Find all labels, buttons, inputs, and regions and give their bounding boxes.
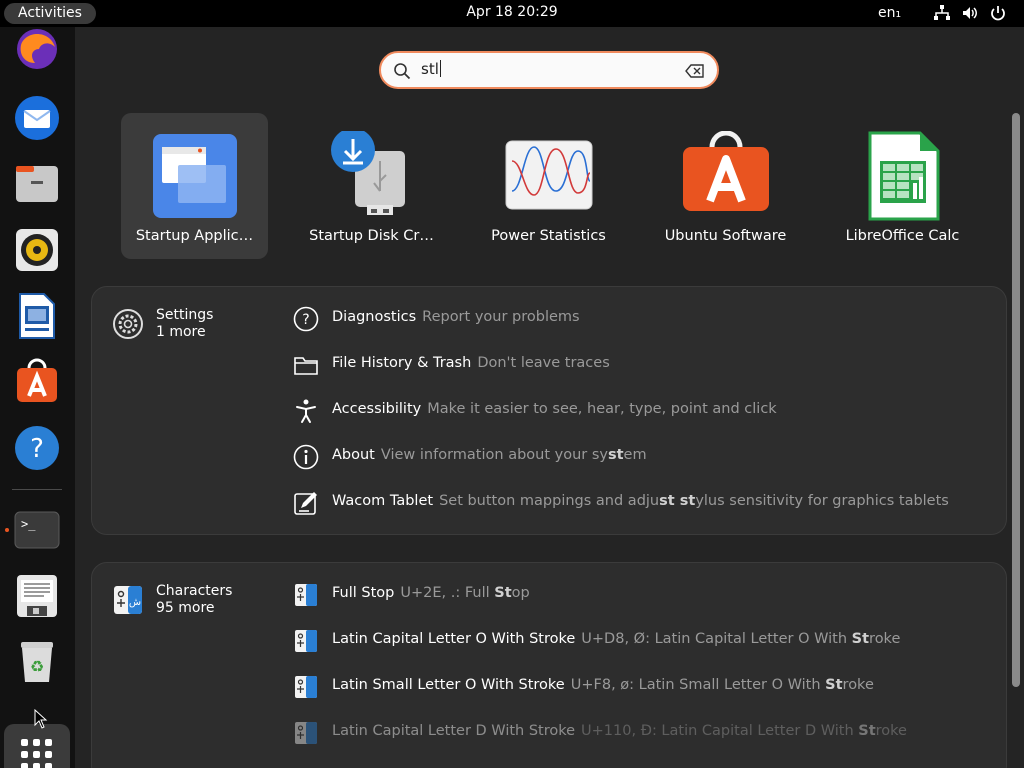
startup-applications-icon (153, 134, 237, 218)
result-about[interactable]: About View information about your system (292, 443, 992, 471)
characters-provider-section: ش Characters 95 more Full Stop U+2E, .: F… (91, 562, 1007, 768)
characters-icon: ش (114, 586, 142, 614)
search-input-text[interactable]: stl (421, 60, 441, 78)
rhythmbox-icon[interactable] (13, 226, 61, 274)
result-title: Latin Capital Letter O With Stroke (332, 631, 576, 647)
search-overview: stl Startup Applic… Startup Disk Cr… Pow… (75, 27, 1024, 768)
startup-disk-creator-icon (331, 131, 405, 215)
trash-icon[interactable]: ♻ (13, 638, 61, 686)
result-title: About (332, 447, 375, 463)
power-statistics-icon (505, 140, 593, 210)
result-title: Latin Small Letter O With Stroke (332, 677, 565, 693)
app-result-startup-applications[interactable]: Startup Applic… (121, 113, 268, 259)
accessibility-icon (296, 399, 316, 423)
result-accessibility[interactable]: Accessibility Make it easier to see, hear… (292, 397, 992, 425)
help-circle-icon: ? (293, 306, 319, 332)
app-result-libreoffice-calc[interactable]: LibreOffice Calc (829, 113, 976, 259)
help-icon[interactable]: ? (13, 424, 61, 472)
info-icon (293, 444, 319, 470)
provider-more-count[interactable]: 95 more (156, 600, 215, 616)
app-label: Power Statistics (491, 228, 606, 244)
app-result-power-statistics[interactable]: Power Statistics (475, 113, 622, 259)
app-label: Ubuntu Software (664, 228, 787, 244)
clock[interactable]: Apr 18 20:29 (0, 4, 1024, 20)
svg-text:♻: ♻ (30, 657, 44, 676)
provider-name: Characters (156, 583, 233, 599)
result-title: Diagnostics (332, 309, 417, 325)
svg-text:ش: ش (129, 597, 141, 608)
result-title: File History & Trash (332, 355, 472, 371)
result-file-history-trash[interactable]: File History & Trash Don't leave traces (292, 351, 992, 379)
volume-icon[interactable] (961, 4, 979, 22)
result-full-stop[interactable]: Full Stop U+2E, .: Full Stop (292, 581, 992, 609)
result-description: View information about your system (380, 447, 647, 463)
search-entry[interactable]: stl (379, 51, 719, 89)
show-applications-icon (21, 739, 52, 768)
network-icon[interactable] (933, 4, 951, 22)
libreoffice-writer-icon[interactable] (13, 292, 61, 340)
settings-provider-section: Settings 1 more ? Diagnostics Report your… (91, 286, 1007, 535)
files-icon[interactable] (13, 160, 61, 208)
folder-icon (294, 357, 318, 375)
keyboard-layout-indicator[interactable]: en₁ (878, 5, 901, 21)
mouse-pointer-icon (34, 709, 48, 729)
result-description: Don't leave traces (477, 355, 610, 371)
svg-text:?: ? (302, 312, 309, 328)
svg-text:>_: >_ (21, 517, 36, 531)
result-wacom-tablet[interactable]: Wacom Tablet Set button mappings and adju… (292, 489, 992, 517)
app-label: LibreOffice Calc (845, 228, 960, 244)
wacom-tablet-icon (294, 492, 317, 515)
app-label: Startup Applic… (135, 228, 254, 244)
result-latin-capital-d-stroke[interactable]: Latin Capital Letter D With Stroke U+110,… (292, 719, 992, 747)
characters-icon (295, 584, 317, 606)
characters-icon (295, 630, 317, 652)
firefox-icon[interactable] (13, 25, 61, 73)
ubuntu-software-icon (683, 131, 769, 211)
top-bar: Activities Apr 18 20:29 en₁ (0, 0, 1024, 27)
result-description: U+F8, ø: Latin Small Letter O With Strok… (570, 677, 874, 693)
characters-icon (295, 722, 317, 744)
result-description: U+2E, .: Full Stop (400, 585, 530, 601)
search-icon (394, 63, 411, 80)
ubuntu-software-icon[interactable] (13, 358, 61, 406)
show-applications-button[interactable] (4, 724, 70, 768)
result-description: Report your problems (422, 309, 580, 325)
characters-icon (295, 676, 317, 698)
power-icon[interactable] (989, 4, 1007, 22)
app-result-startup-disk-creator[interactable]: Startup Disk Cr… (298, 113, 445, 259)
result-diagnostics[interactable]: ? Diagnostics Report your problems (292, 305, 992, 333)
dock-separator (12, 489, 62, 490)
text-editor-icon[interactable] (13, 572, 61, 620)
result-title: Latin Capital Letter D With Stroke (332, 723, 576, 739)
running-indicator (5, 528, 9, 532)
settings-gear-icon (113, 309, 143, 339)
clear-search-icon[interactable] (685, 63, 705, 79)
provider-name: Settings (156, 307, 214, 323)
result-latin-small-o-stroke[interactable]: Latin Small Letter O With Stroke U+F8, ø:… (292, 673, 992, 701)
dock: ? >_ ♻ (0, 27, 75, 768)
result-title: Full Stop (332, 585, 395, 601)
provider-more-count[interactable]: 1 more (156, 324, 206, 340)
app-label: Startup Disk Cr… (309, 228, 434, 244)
thunderbird-icon[interactable] (13, 94, 61, 142)
result-description: Make it easier to see, hear, type, point… (427, 401, 777, 417)
libreoffice-calc-icon (868, 131, 940, 221)
app-result-ubuntu-software[interactable]: Ubuntu Software (652, 113, 799, 259)
results-scrollbar[interactable] (1012, 113, 1020, 687)
result-description: U+110, Đ: Latin Capital Letter D With St… (581, 723, 907, 739)
result-latin-capital-o-stroke[interactable]: Latin Capital Letter O With Stroke U+D8, … (292, 627, 992, 655)
svg-text:?: ? (30, 434, 44, 464)
result-description: U+D8, Ø: Latin Capital Letter O With Str… (581, 631, 901, 647)
result-title: Accessibility (332, 401, 422, 417)
result-title: Wacom Tablet (332, 493, 434, 509)
result-description: Set button mappings and adjust stylus se… (439, 493, 949, 509)
terminal-icon[interactable]: >_ (13, 506, 61, 554)
text-caret (439, 60, 441, 77)
